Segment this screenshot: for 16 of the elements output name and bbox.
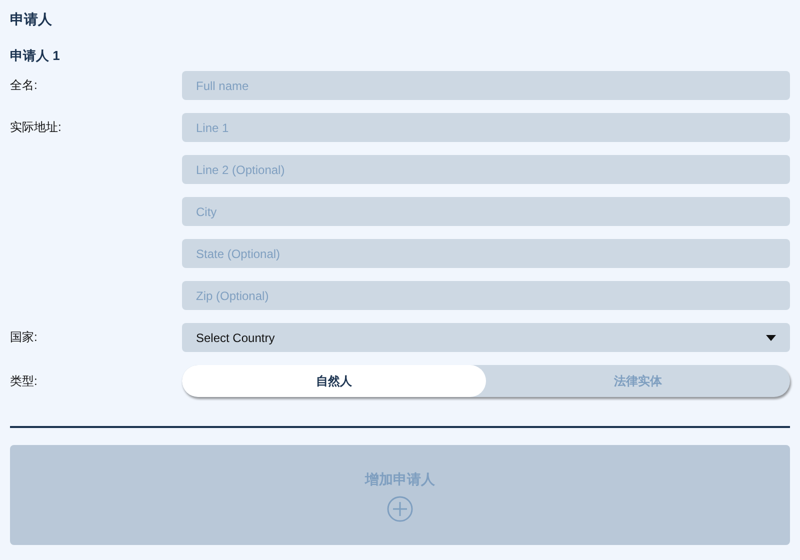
field-label: 全名: [10,77,38,94]
field-label: 类型: [10,373,38,390]
plus-circle-icon [387,496,413,522]
field-label: 实际地址: [10,119,62,136]
input-field[interactable]: Full name [182,71,790,100]
applicant-heading: 申请人 1 [10,47,61,65]
input-field[interactable]: State (Optional) [182,239,790,268]
caret-icon [766,334,776,340]
input-field[interactable]: City [182,197,790,226]
input-field[interactable]: Line 1 [182,113,790,142]
input-field[interactable]: Line 2 (Optional) [182,155,790,184]
field-label: 国家: [10,329,38,346]
input-field[interactable]: Zip (Optional) [182,281,790,310]
type-option[interactable]: 自然人 [182,365,486,397]
country-select[interactable]: Select Country [182,323,790,352]
page-title: 申请人 [10,10,53,29]
